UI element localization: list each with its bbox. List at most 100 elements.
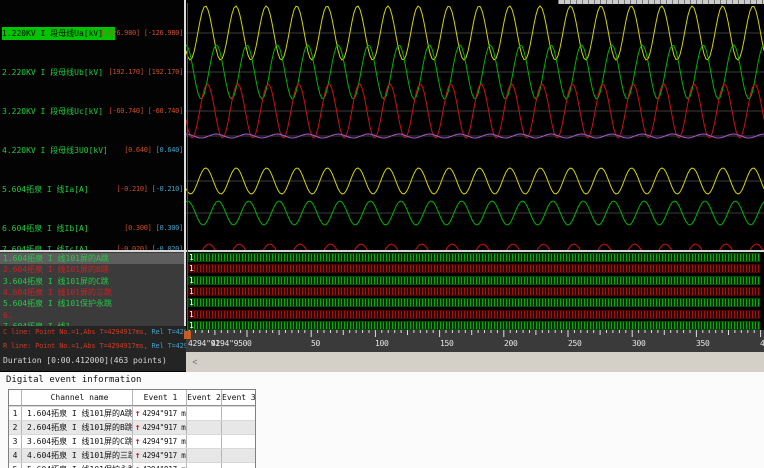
- value-at-r-cursor: [192.170]: [147, 68, 184, 76]
- row-number-cell: 5: [9, 463, 22, 468]
- analog-channel-values: [0.640] [0.640]: [124, 144, 183, 157]
- analog-channel-values: [192.170] [192.170]: [108, 66, 184, 79]
- event3-cell: [222, 435, 255, 448]
- event-up-arrow-icon: ↑: [135, 409, 141, 419]
- duration-status: Duration [0:00.412000](463 points): [3, 356, 167, 365]
- digital-trace-bar[interactable]: 1: [188, 320, 760, 330]
- event3-cell: [222, 421, 255, 434]
- digital-channel-row[interactable]: 6.: [0, 310, 184, 321]
- axis-tick-label: 0: [247, 339, 252, 348]
- horizontal-scrollbar[interactable]: <: [186, 352, 764, 372]
- value-at-c-cursor: [-60.740]: [108, 107, 145, 115]
- scroll-left-icon[interactable]: <: [189, 356, 201, 368]
- analog-channel-label: 1.220KV I 段母线Ua[kV]: [2, 27, 115, 40]
- digital-trace-bar[interactable]: 1: [188, 286, 760, 296]
- analog-channel-label: 5.604拓泉 I 线Ia[A]: [2, 185, 89, 194]
- event2-cell: [187, 463, 222, 468]
- event1-time: 4294"917 ms: [142, 423, 187, 432]
- table-header-row: Channel name Event 1 Event 2 Event 3: [9, 390, 255, 406]
- event2-cell: [187, 435, 222, 448]
- axis-tick-label: 4294"950: [211, 339, 248, 348]
- analog-channel-row[interactable]: 6.604拓泉 I 线Ib[A] [0.300] [0.300]: [0, 222, 184, 235]
- event1-cell: ↑4294"917 ms: [133, 435, 187, 448]
- digital-state-label: 1: [189, 320, 194, 330]
- event-up-arrow-icon: ↑: [135, 423, 141, 433]
- status-panel: C line: Point No.=1,Abs T=4294917ms, Rel…: [0, 326, 186, 371]
- value-at-r-cursor: [-0.210]: [151, 185, 184, 193]
- row-number-cell: 4: [9, 449, 22, 462]
- analog-channel-values: [-60.740] [-60.740]: [108, 105, 184, 118]
- axis-tick-label: 200: [504, 339, 518, 348]
- analog-channel-label: 6.604拓泉 I 线Ib[A]: [2, 224, 89, 233]
- event3-cell: [222, 463, 255, 468]
- analog-channel-row[interactable]: 3.220KV I 段母线Uc[kV] [-60.740] [-60.740]: [0, 105, 184, 118]
- event1-cell: ↑4294"917 ms: [133, 463, 187, 468]
- value-at-r-cursor: [-126.980]: [143, 29, 183, 37]
- digital-channel-row[interactable]: 5.604拓泉 I 线101保护永跳: [0, 298, 184, 309]
- row-number-header: [9, 390, 22, 405]
- digital-trace-bar[interactable]: 1: [188, 309, 760, 319]
- digital-trace-area[interactable]: 1111111: [186, 252, 764, 330]
- value-at-r-cursor: [0.640]: [155, 146, 184, 154]
- digital-channel-list: 1.604拓泉 I 线101屏的A跳 2.604拓泉 I 线101屏的B跳 3.60…: [0, 252, 184, 330]
- analog-channel-label: 3.220KV I 段母线Uc[kV]: [2, 107, 104, 116]
- table-row[interactable]: 3 3.604拓泉 I 线101屏的C跳 ↑ 4294"917 ms: [9, 434, 255, 448]
- axis-tick-label: 150: [440, 339, 454, 348]
- channel-name-cell: 1.604拓泉 I 线101屏的A跳: [22, 407, 133, 420]
- value-at-c-cursor: [192.170]: [108, 68, 145, 76]
- table-row[interactable]: 1 1.604拓泉 I 线101屏的A跳 ↑ 4294"917 ms: [9, 406, 255, 420]
- axis-tick-label: 300: [632, 339, 646, 348]
- cursor-marker[interactable]: [184, 331, 191, 339]
- analog-channel-row[interactable]: 1.220KV I 段母线Ua[kV] [-126.980] [-126.980]: [0, 27, 184, 40]
- axis-tick-label: 100: [375, 339, 389, 348]
- digital-trace-bar[interactable]: 1: [188, 275, 760, 285]
- analog-channel-values: [0.300] [0.300]: [124, 222, 183, 235]
- analog-channel-list: 1.220KV I 段母线Ua[kV] [-126.980] [-126.980] 2…: [0, 0, 184, 254]
- axis-tick-label: 350: [696, 339, 710, 348]
- analog-channel-values: [-0.210] [-0.210]: [116, 183, 183, 196]
- digital-channel-row[interactable]: 1.604拓泉 I 线101屏的A跳: [0, 253, 184, 264]
- value-at-c-cursor: [0.300]: [124, 224, 152, 232]
- analog-channel-values: [-126.980] [-126.980]: [100, 27, 184, 40]
- time-axis-ticks: [188, 330, 762, 337]
- analog-channel-row[interactable]: 2.220KV I 段母线Ub[kV] [192.170] [192.170]: [0, 66, 184, 79]
- event2-cell: [187, 421, 222, 434]
- value-at-r-cursor: [-60.740]: [147, 107, 184, 115]
- column-header: Event 3: [222, 393, 255, 402]
- value-at-c-cursor: [0.640]: [124, 146, 152, 154]
- digital-trace-bar[interactable]: 1: [188, 298, 760, 308]
- digital-channel-row[interactable]: 2.604拓泉 I 线101屏的B跳: [0, 264, 184, 275]
- digital-channel-row[interactable]: 4.604拓泉 I 线101屏的三跳: [0, 287, 184, 298]
- table-row[interactable]: 4 4.604拓泉 I 线101屏的三跳 ↑ 4294"917 ms: [9, 448, 255, 462]
- analog-channel-label: 4.220KV I 段母线3U0[kV]: [2, 146, 108, 155]
- event3-cell: [222, 449, 255, 462]
- digital-event-title: Digital event information: [6, 375, 142, 385]
- digital-trace-bar[interactable]: 1: [188, 253, 760, 262]
- waveform-plot[interactable]: [186, 0, 764, 252]
- axis-tick-label: 4: [760, 339, 764, 348]
- table-row[interactable]: 55.604拓泉 I 线101保护永跳↑4294"917 ms: [9, 462, 255, 468]
- channel-name-cell: 5.604拓泉 I 线101保护永跳: [22, 463, 133, 468]
- column-header: Event 1: [133, 390, 187, 405]
- digital-state-label: 1: [189, 275, 194, 285]
- event2-cell: [187, 407, 222, 420]
- table-row[interactable]: 2 2.604拓泉 I 线101屏的B跳 ↑ 4294"917 ms: [9, 420, 255, 434]
- event-up-arrow-icon: ↑: [135, 451, 141, 461]
- event-up-arrow-icon: ↑: [135, 437, 141, 447]
- event2-cell: [187, 449, 222, 462]
- column-header: Channel name: [22, 390, 133, 405]
- row-number-cell: 1: [9, 407, 22, 420]
- digital-event-section: Digital event information Channel name Ev…: [0, 372, 764, 468]
- fault-recorder-window: 1.220KV I 段母线Ua[kV] [-126.980] [-126.980] 2…: [0, 0, 764, 468]
- digital-trace-bar[interactable]: 1: [188, 264, 760, 274]
- analog-channel-label: 2.220KV I 段母线Ub[kV]: [2, 68, 104, 77]
- digital-channel-row[interactable]: 3.604拓泉 I 线101屏的C跳: [0, 276, 184, 287]
- value-at-c-cursor: [-126.980]: [100, 29, 140, 37]
- row-number-cell: 3: [9, 435, 22, 448]
- event1-cell: ↑4294"917 ms: [133, 421, 187, 434]
- channel-name-cell: 3.604拓泉 I 线101屏的C跳: [22, 435, 133, 448]
- analog-channel-row[interactable]: 4.220KV I 段母线3U0[kV] [0.640] [0.640]: [0, 144, 184, 157]
- analog-channel-row[interactable]: 5.604拓泉 I 线Ia[A] [-0.210] [-0.210]: [0, 183, 184, 196]
- digital-state-label: 1: [189, 309, 194, 319]
- axis-tick-label: 50: [311, 339, 321, 348]
